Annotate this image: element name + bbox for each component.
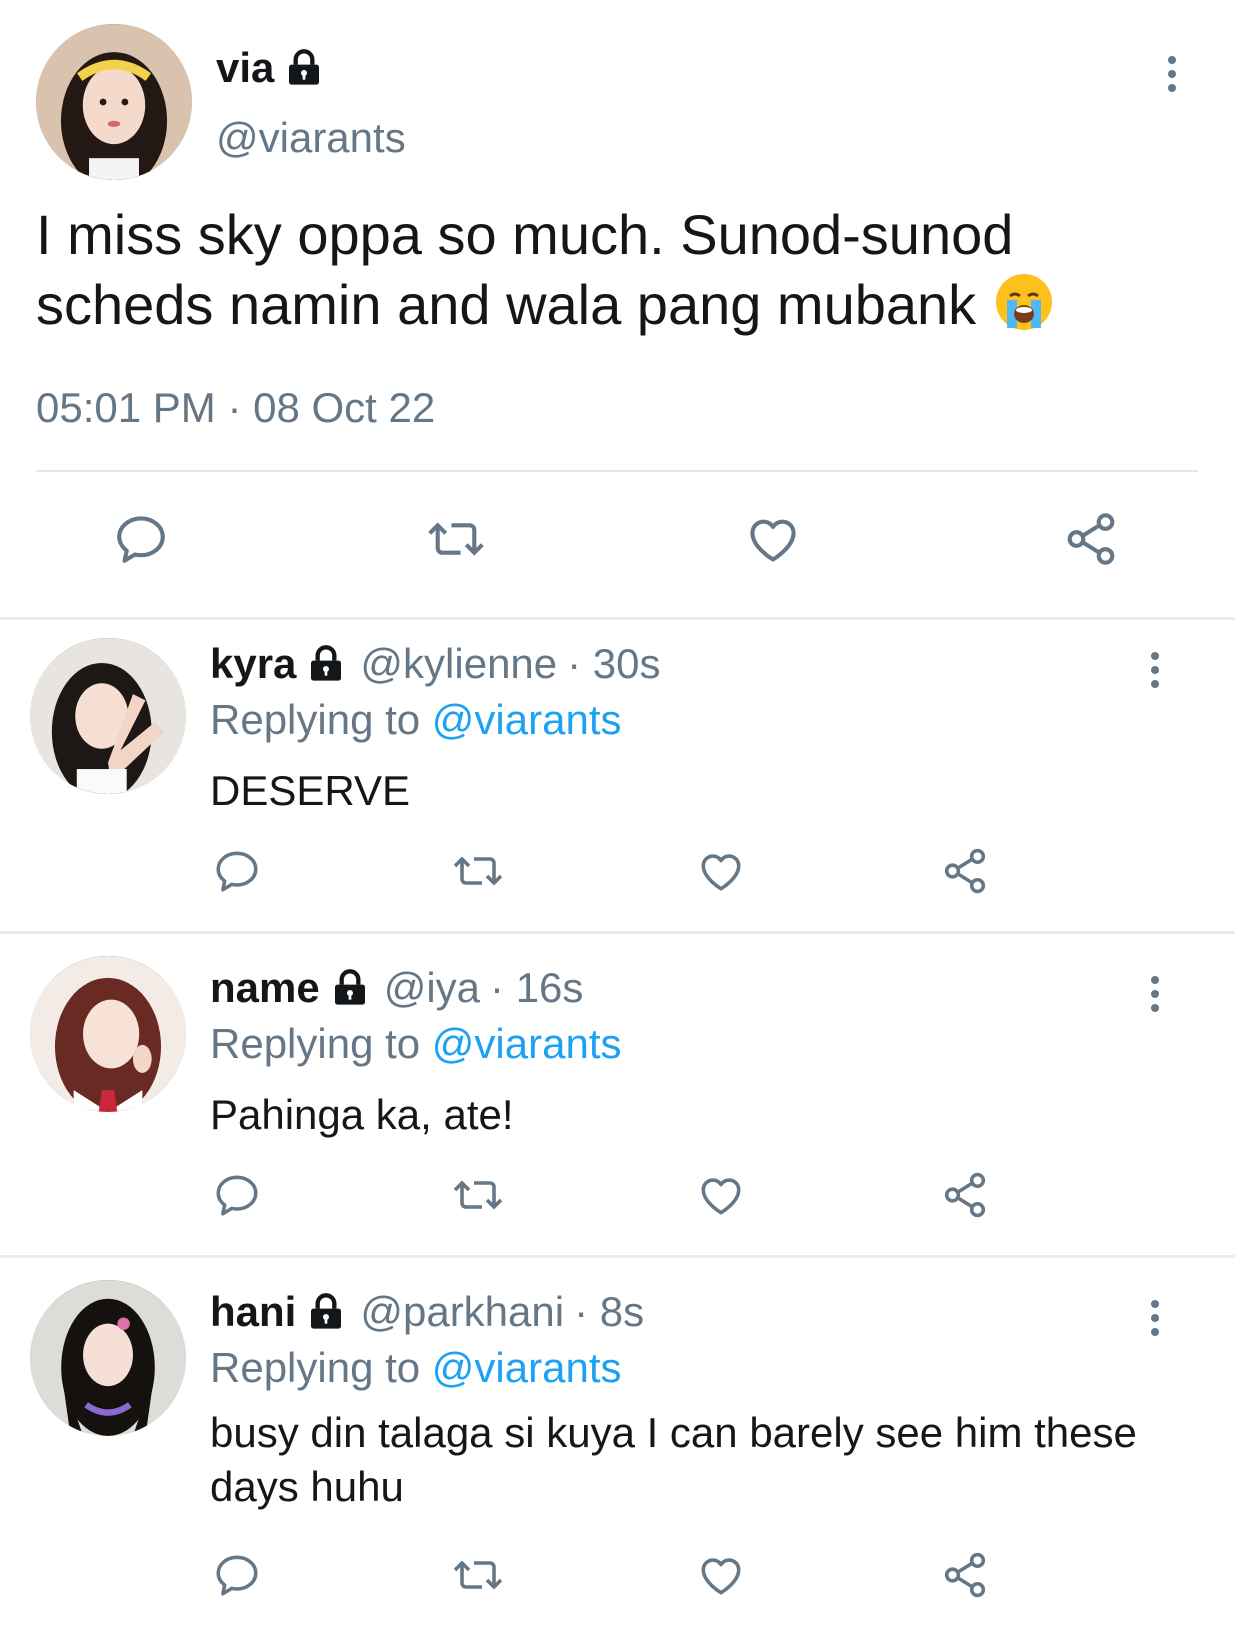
reply-time[interactable]: · 16s (490, 964, 583, 1012)
lock-icon (330, 968, 370, 1008)
reply-tweet[interactable]: name @iya · 16s Replying to @viarants Pa… (0, 934, 1235, 1255)
retweet-icon[interactable] (450, 1170, 506, 1220)
author-handle[interactable]: @iya (384, 964, 480, 1012)
display-name[interactable]: name (210, 964, 320, 1012)
avatar[interactable] (30, 638, 186, 794)
replying-prefix: Replying to (210, 1020, 421, 1067)
more-options-icon[interactable] (1160, 54, 1184, 94)
tweet-text: I miss sky oppa so much. Sunod-sunod sch… (36, 200, 1166, 340)
reply-time[interactable]: · 30s (567, 640, 660, 688)
more-options-icon[interactable] (1143, 1298, 1167, 1338)
author-name-row: name @iya · 16s (210, 964, 583, 1012)
tweet-action-bar (0, 510, 1235, 580)
author-handle[interactable]: @kylienne (360, 640, 557, 688)
lock-icon (306, 1292, 346, 1332)
replying-to: Replying to @viarants (210, 696, 622, 744)
tweet-text-body: I miss sky oppa so much. Sunod-sunod sch… (36, 203, 1014, 336)
lock-icon (306, 644, 346, 684)
avatar[interactable] (36, 24, 192, 180)
retweet-icon[interactable] (450, 846, 506, 896)
share-icon[interactable] (1062, 510, 1120, 568)
reply-time[interactable]: · 8s (574, 1288, 644, 1336)
replying-to: Replying to @viarants (210, 1344, 622, 1392)
reply-icon[interactable] (112, 510, 170, 568)
display-name[interactable]: via (216, 44, 274, 92)
heart-icon[interactable] (696, 1550, 746, 1600)
reply-text: DESERVE (210, 767, 410, 814)
avatar-photo (30, 638, 186, 794)
author-name-row: kyra @kylienne · 30s (210, 640, 661, 688)
reply-icon[interactable] (212, 846, 262, 896)
reply-icon[interactable] (212, 1170, 262, 1220)
heart-icon[interactable] (696, 846, 746, 896)
share-icon[interactable] (940, 1170, 990, 1220)
tweet-action-bar (0, 1170, 1235, 1240)
author-handle[interactable]: @parkhani (360, 1288, 564, 1336)
reply-text: busy din talaga si kuya I can barely see… (210, 1409, 1137, 1510)
avatar[interactable] (30, 1280, 186, 1436)
avatar-photo (30, 1280, 186, 1436)
tweet-action-bar (0, 1550, 1235, 1620)
reply-icon[interactable] (212, 1550, 262, 1600)
author-handle[interactable]: @viarants (216, 114, 406, 162)
more-options-icon[interactable] (1143, 650, 1167, 690)
tweet-timestamp[interactable]: 05:01 PM · 08 Oct 22 (36, 384, 435, 432)
mention-link[interactable]: @viarants (432, 1020, 622, 1067)
replying-to: Replying to @viarants (210, 1020, 622, 1068)
reply-text: Pahinga ka, ate! (210, 1091, 514, 1138)
author-name-row: hani @parkhani · 8s (210, 1288, 644, 1336)
author-name-row: via (216, 44, 324, 92)
avatar[interactable] (30, 956, 186, 1112)
reply-tweet[interactable]: kyra @kylienne · 30s Replying to @viaran… (0, 620, 1235, 931)
main-tweet: via @viarants I miss sky oppa so much. S… (0, 0, 1235, 617)
retweet-icon[interactable] (424, 510, 488, 568)
avatar-photo (30, 956, 186, 1112)
avatar-photo (36, 24, 192, 180)
mention-link[interactable]: @viarants (432, 696, 622, 743)
replying-prefix: Replying to (210, 696, 421, 743)
mention-link[interactable]: @viarants (432, 1344, 622, 1391)
divider (36, 470, 1198, 472)
heart-icon[interactable] (696, 1170, 746, 1220)
share-icon[interactable] (940, 846, 990, 896)
display-name[interactable]: hani (210, 1288, 296, 1336)
loudly-crying-face-icon (992, 270, 1056, 334)
replying-prefix: Replying to (210, 1344, 421, 1391)
more-options-icon[interactable] (1143, 974, 1167, 1014)
lock-icon (284, 48, 324, 88)
tweet-action-bar (0, 846, 1235, 916)
display-name[interactable]: kyra (210, 640, 296, 688)
share-icon[interactable] (940, 1550, 990, 1600)
retweet-icon[interactable] (450, 1550, 506, 1600)
heart-icon[interactable] (744, 510, 802, 568)
reply-tweet[interactable]: hani @parkhani · 8s Replying to @viarant… (0, 1258, 1235, 1638)
